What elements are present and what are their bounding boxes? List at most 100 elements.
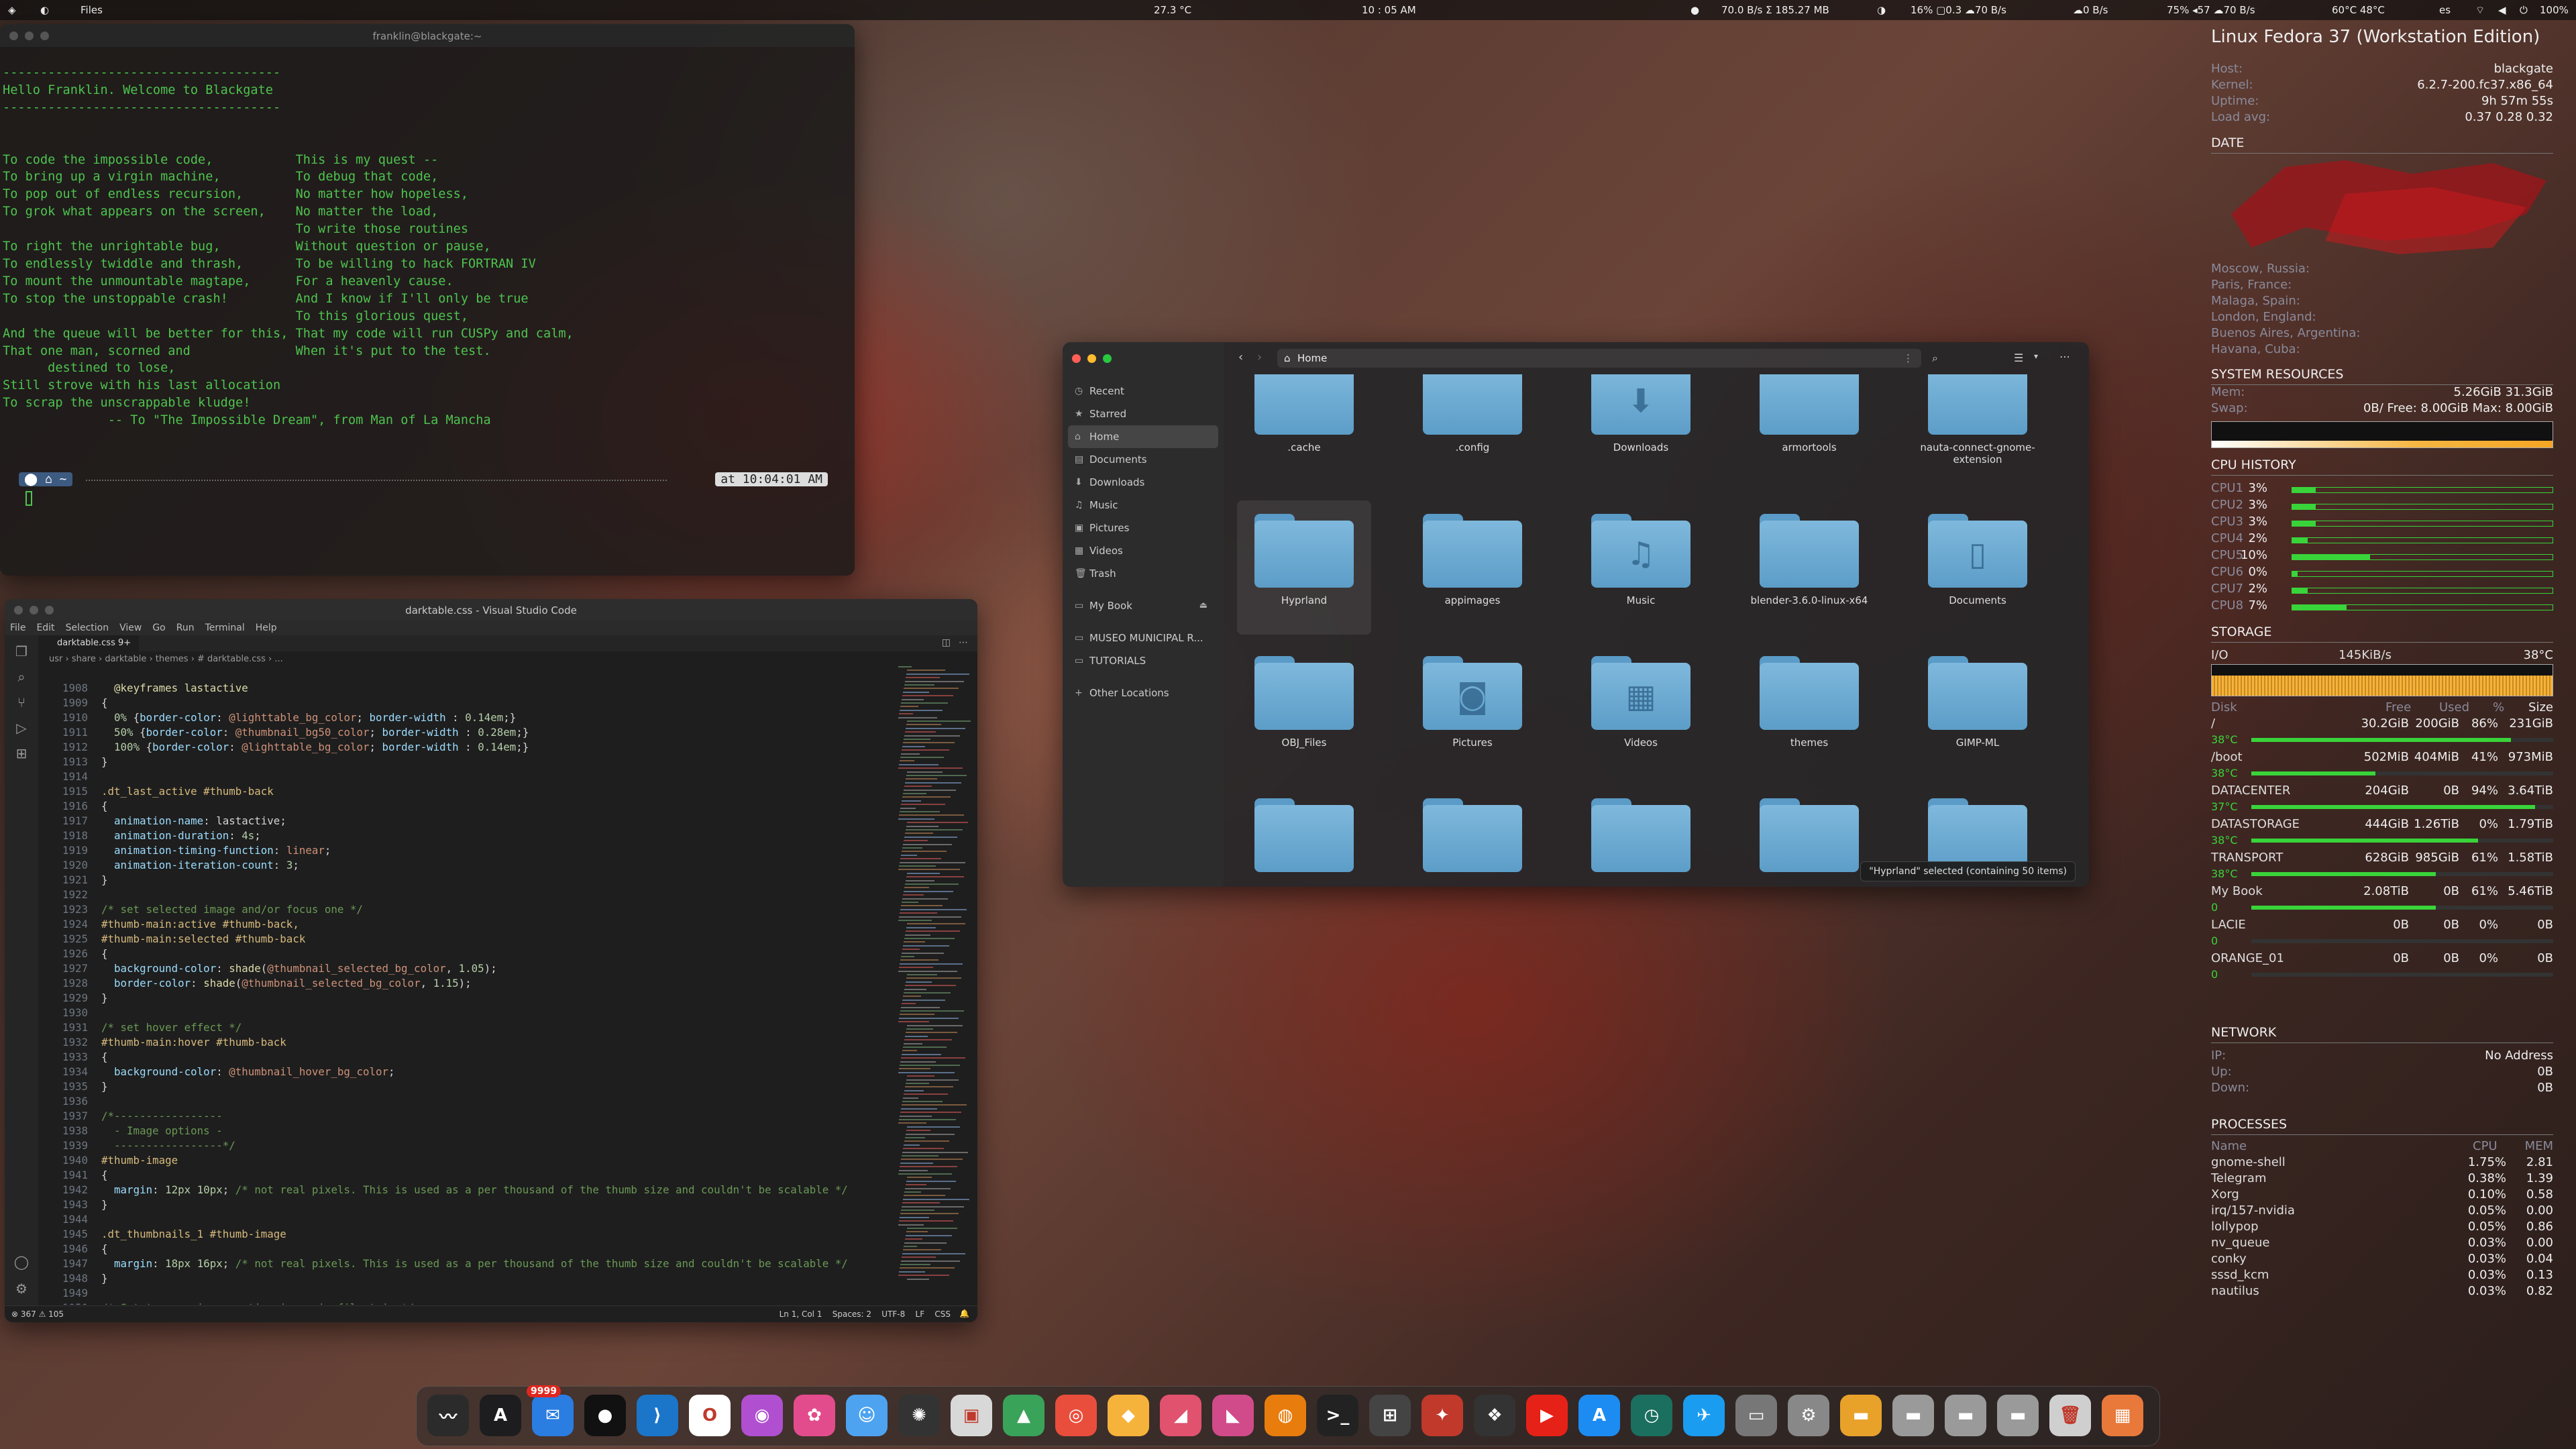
extensions-icon[interactable]: ⊞ bbox=[13, 745, 30, 763]
eject-icon[interactable]: ⏏ bbox=[1199, 594, 1208, 617]
more-actions-icon[interactable]: ⋯ bbox=[959, 637, 968, 648]
menu-item-file[interactable]: File bbox=[10, 623, 25, 633]
folder-item[interactable]: Hyprland bbox=[1237, 500, 1371, 635]
app-menu-icon[interactable]: ◈ bbox=[8, 4, 16, 16]
tab-darktable-css[interactable]: darktable.css 9+ bbox=[38, 635, 139, 651]
youtube-icon[interactable]: ▶ bbox=[1526, 1395, 1568, 1436]
chrome-icon[interactable]: ◎ bbox=[1055, 1395, 1097, 1436]
menu-item-edit[interactable]: Edit bbox=[36, 623, 54, 633]
drive-3-icon[interactable]: ▬ bbox=[1997, 1395, 2039, 1436]
aperture-icon[interactable]: ✺ bbox=[898, 1395, 940, 1436]
clock-icon[interactable]: ◷ bbox=[1631, 1395, 1672, 1436]
sidebar-item-other-locations[interactable]: + Other Locations bbox=[1063, 682, 1224, 704]
weather-indicator[interactable]: 27.3 °C bbox=[1154, 4, 1191, 16]
sidebar-item-videos[interactable]: ▦ Videos bbox=[1063, 539, 1224, 562]
folder-item[interactable]: .cache bbox=[1237, 374, 1371, 482]
folder-item[interactable]: armortools bbox=[1742, 374, 1876, 482]
gear-icon[interactable]: ⚙ bbox=[13, 1281, 30, 1298]
sketch-icon[interactable]: ◆ bbox=[1108, 1395, 1149, 1436]
sidebar-item-starred[interactable]: ★ Starred bbox=[1063, 402, 1224, 425]
firefox-icon[interactable]: ◉ bbox=[741, 1395, 783, 1436]
vscode-icon[interactable]: ⟩ bbox=[637, 1395, 678, 1436]
menu-item-help[interactable]: Help bbox=[256, 623, 277, 633]
editor-status[interactable]: Ln 1, Col 1 Spaces: 2 UTF-8 LF CSS bbox=[780, 1309, 951, 1319]
clock[interactable]: 10 : 05 AM bbox=[1362, 4, 1416, 16]
compass-icon[interactable]: ✦ bbox=[1421, 1395, 1463, 1436]
launchpad-icon[interactable]: ▦ bbox=[2102, 1395, 2143, 1436]
folder-item[interactable] bbox=[1237, 785, 1371, 887]
settings-icon[interactable]: ⚙ bbox=[1788, 1395, 1829, 1436]
menu-item-run[interactable]: Run bbox=[176, 623, 195, 633]
preview-icon[interactable]: ▣ bbox=[951, 1395, 992, 1436]
sidebar-item-recent[interactable]: ◷ Recent bbox=[1063, 380, 1224, 402]
folder-item[interactable]: themes bbox=[1742, 643, 1876, 777]
search-icon[interactable]: ⌕ bbox=[1932, 352, 1938, 365]
folder-item[interactable]: ▯ Documents bbox=[1911, 500, 2045, 635]
lens-icon[interactable]: ✿ bbox=[794, 1395, 835, 1436]
activities-icon[interactable]: ◐ bbox=[40, 4, 49, 16]
disk-utility-icon[interactable]: ▭ bbox=[1735, 1395, 1777, 1436]
source-control-icon[interactable]: ⑂ bbox=[13, 694, 30, 712]
files-window[interactable]: ◷ Recent ★ Starred ⌂ Home ▤ Documents ⬇ Downloads… bbox=[1063, 342, 2089, 887]
davinci-icon[interactable]: ❖ bbox=[1474, 1395, 1515, 1436]
search-icon[interactable]: ⌕ bbox=[13, 669, 30, 686]
affinity-icon[interactable]: A bbox=[480, 1395, 521, 1436]
theme-toggle-icon[interactable]: ◑ bbox=[1877, 4, 1886, 16]
close-button[interactable] bbox=[1072, 354, 1081, 363]
code-editor[interactable]: 1908 @keyframes lastactive 1909{ 1910 0%… bbox=[38, 666, 890, 1305]
activity-monitor-icon[interactable]: 〰 bbox=[427, 1395, 469, 1436]
vscode-window[interactable]: darktable.css - Visual Studio Code File E… bbox=[5, 599, 977, 1322]
notification-icon[interactable]: ● bbox=[1690, 4, 1699, 16]
path-menu-icon[interactable]: ⋮ bbox=[1903, 349, 1913, 368]
app-store-icon[interactable]: A bbox=[1578, 1395, 1620, 1436]
battery-indicator[interactable]: 100% bbox=[2540, 4, 2569, 16]
minimize-button[interactable] bbox=[1087, 354, 1096, 363]
folder-item[interactable] bbox=[1742, 785, 1876, 887]
github-icon[interactable]: ● bbox=[584, 1395, 626, 1436]
folder-item[interactable]: .config bbox=[1405, 374, 1540, 482]
explorer-icon[interactable]: ❐ bbox=[13, 643, 30, 661]
back-icon[interactable]: ‹ bbox=[1238, 350, 1243, 364]
sidebar-item-home[interactable]: ⌂ Home bbox=[1068, 425, 1218, 448]
menu-icon[interactable]: ⋯ bbox=[2059, 350, 2070, 363]
path-bar[interactable]: ⌂ Home ⋮ bbox=[1277, 349, 1921, 368]
view-list-icon[interactable]: ☰ bbox=[2014, 352, 2023, 364]
run-debug-icon[interactable]: ▷ bbox=[13, 720, 30, 737]
vscode-titlebar[interactable]: darktable.css - Visual Studio Code bbox=[5, 599, 977, 621]
language-indicator[interactable]: es bbox=[2439, 4, 2451, 16]
power-icon[interactable]: ⏻ bbox=[2520, 4, 2528, 16]
problems-count[interactable]: ⊗ 367 ⚠ 105 bbox=[11, 1309, 64, 1319]
folder-item[interactable]: OBJ_Files bbox=[1237, 643, 1371, 777]
folder-item[interactable]: nauta-connect-gnome-extension bbox=[1911, 374, 2045, 482]
sidebar-item-documents[interactable]: ▤ Documents bbox=[1063, 448, 1224, 471]
terminal-prompt[interactable]: ⬤ ⌂ ~ at 10:04:01 AM bbox=[19, 472, 828, 506]
menu-item-go[interactable]: Go bbox=[152, 623, 165, 633]
sidebar-item-trash[interactable]: 🗑 Trash bbox=[1063, 562, 1224, 585]
folder-item[interactable]: ♫ Music bbox=[1574, 500, 1708, 635]
bell-icon[interactable]: 🔔 bbox=[959, 1309, 969, 1318]
affinity-photo-icon[interactable]: ◣ bbox=[1212, 1395, 1254, 1436]
terminal-titlebar[interactable]: franklin@blackgate:~ bbox=[0, 24, 855, 47]
sidebar-item-tutorials[interactable]: ▭ TUTORIALS bbox=[1063, 649, 1224, 672]
maps-icon[interactable]: ▲ bbox=[1003, 1395, 1044, 1436]
drive-2-icon[interactable]: ▬ bbox=[1945, 1395, 1986, 1436]
folder-item[interactable]: appimages bbox=[1405, 500, 1540, 635]
affinity-designer-icon[interactable]: ◢ bbox=[1160, 1395, 1201, 1436]
opera-icon[interactable]: O bbox=[689, 1395, 731, 1436]
wifi-icon[interactable]: ⌔ bbox=[2475, 4, 2485, 17]
menu-item-selection[interactable]: Selection bbox=[66, 623, 109, 633]
trash-icon[interactable]: 🗑 bbox=[2049, 1395, 2091, 1436]
sidebar-item-music[interactable]: ♫ Music bbox=[1063, 494, 1224, 517]
maximize-button[interactable] bbox=[1103, 354, 1112, 363]
sidebar-item-downloads[interactable]: ⬇ Downloads bbox=[1063, 471, 1224, 494]
terminal-icon[interactable]: >_ bbox=[1317, 1395, 1358, 1436]
focused-app-name[interactable]: Files bbox=[80, 4, 103, 16]
folder-item[interactable] bbox=[1405, 785, 1540, 887]
folder-item[interactable] bbox=[1574, 785, 1708, 887]
folder-item[interactable]: ▦ Videos bbox=[1574, 643, 1708, 777]
folder-item[interactable]: ◙ Pictures bbox=[1405, 643, 1540, 777]
blender-icon[interactable]: ◍ bbox=[1265, 1395, 1306, 1436]
minimap[interactable] bbox=[898, 666, 972, 1305]
folder-item[interactable]: blender-3.6.0-linux-x64 bbox=[1742, 500, 1876, 635]
account-icon[interactable]: ◯ bbox=[13, 1254, 30, 1271]
